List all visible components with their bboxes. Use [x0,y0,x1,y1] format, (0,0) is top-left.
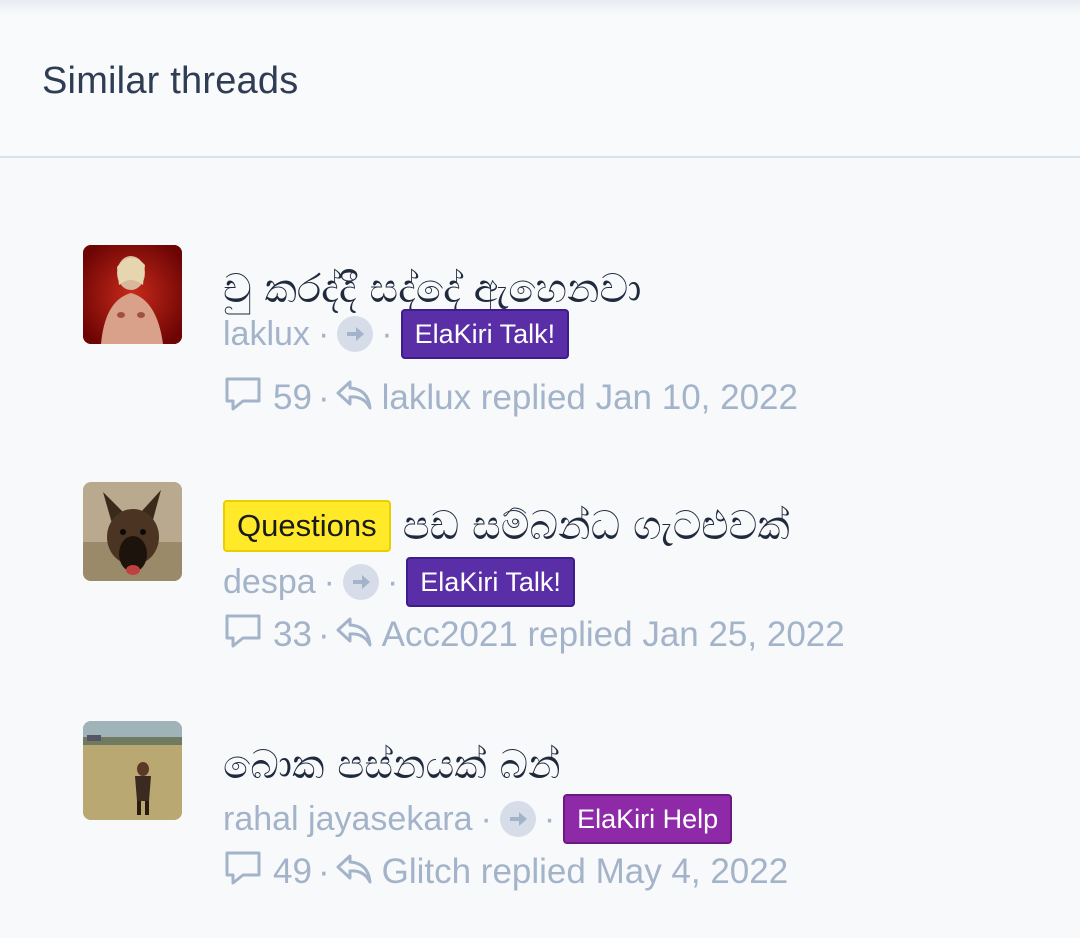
separator-dot: · [543,799,556,838]
top-shadow [0,0,1080,14]
comment-bubble-icon [223,613,263,658]
thread-title-text[interactable]: බොක පස්නයක් බන් [223,742,561,788]
thread-stats: 59 · laklux replied Jan 10, 2022 [223,373,798,423]
separator-dot: · [323,562,335,601]
thread-title[interactable]: Questions පඩ සම්බන්ධ ගැටළුවක් [223,494,790,556]
forum-badge[interactable]: ElaKiri Talk! [400,309,570,359]
thread-stats: 33 · Acc2021 replied Jan 25, 2022 [223,610,845,660]
avatar[interactable] [83,721,182,820]
forum-badge[interactable]: ElaKiri Talk! [406,557,575,607]
reply-arrow-icon [334,850,374,895]
avatar[interactable] [83,245,182,344]
arrow-right-icon [499,801,536,837]
separator-dot: · [381,314,393,353]
last-reply[interactable]: laklux replied Jan 10, 2022 [382,378,798,418]
forum-badge[interactable]: ElaKiri Help [563,794,733,844]
thread-item: බොක පස්නයක් බන් rahal jayasekara · · Ela… [0,721,1080,911]
thread-author[interactable]: rahal jayasekara [223,800,472,839]
comment-bubble-icon [223,376,263,421]
last-reply[interactable]: Glitch replied May 4, 2022 [382,852,789,892]
separator-dot: · [317,615,330,654]
reply-count: 59 [273,378,312,417]
thread-item: Questions පඩ සම්බන්ධ ගැටළුවක් despa · · E… [0,482,1080,672]
reply-count: 33 [273,615,312,654]
thread-title-text[interactable]: චු කරද්දී සද්දේ ඇහෙනවා [223,266,641,312]
thread-item: චු කරද්දී සද්දේ ඇහෙනවා laklux · · ElaKir… [0,245,1080,435]
separator-dot: · [480,799,492,838]
thread-meta: laklux · · ElaKiri Talk! [223,309,570,359]
thread-title[interactable]: බොක පස්නයක් බන් [223,733,561,795]
thread-meta: despa · · ElaKiri Talk! [223,557,575,607]
thread-stats: 49 · Glitch replied May 4, 2022 [223,847,788,897]
reply-arrow-icon [334,613,374,658]
separator-dot: · [386,562,399,601]
similar-threads-block: Similar threads චු කරද්දී සද්දේ ඇහෙනවා l… [0,14,1080,938]
thread-author[interactable]: laklux [223,315,310,354]
reply-count: 49 [273,852,312,891]
thread-author[interactable]: despa [223,563,316,602]
arrow-right-icon [337,316,374,352]
block-title: Similar threads [42,60,299,102]
prefix-label-questions[interactable]: Questions [223,500,391,552]
separator-dot: · [317,314,330,353]
comment-bubble-icon [223,850,263,895]
block-header: Similar threads [0,14,1080,158]
separator-dot: · [317,852,330,891]
reply-arrow-icon [334,376,374,421]
thread-title-text[interactable]: පඩ සම්බන්ධ ගැටළුවක් [403,503,790,549]
avatar[interactable] [83,482,182,581]
thread-meta: rahal jayasekara · · ElaKiri Help [223,794,733,844]
separator-dot: · [317,378,330,417]
arrow-right-icon [342,564,379,600]
last-reply[interactable]: Acc2021 replied Jan 25, 2022 [382,615,845,655]
